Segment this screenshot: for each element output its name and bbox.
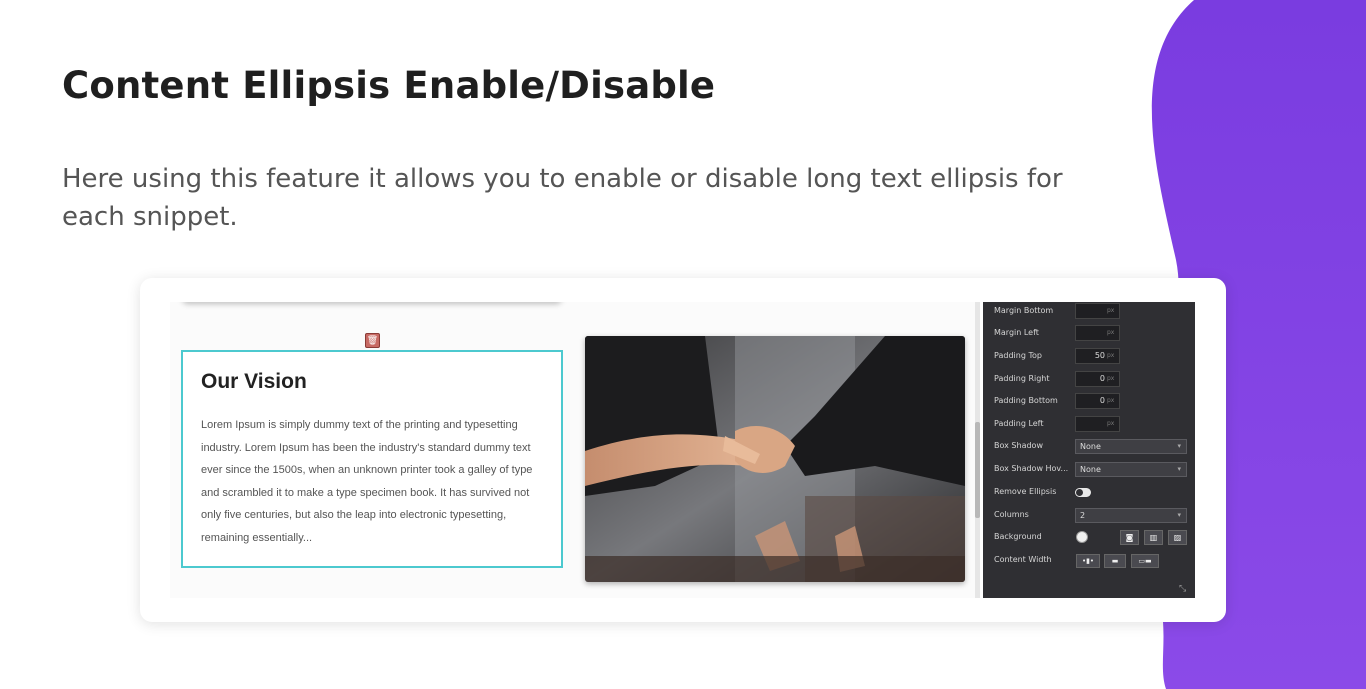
padding-right-label: Padding Right xyxy=(994,374,1050,383)
canvas-scrollbar[interactable] xyxy=(975,302,980,598)
row-margin-bottom: Margin Bottom px xyxy=(983,302,1195,322)
box-shadow-select[interactable]: None ▾ xyxy=(1075,439,1187,454)
page-title: Content Ellipsis Enable/Disable xyxy=(62,64,716,107)
row-box-shadow-hover: Box Shadow Hov... None ▾ xyxy=(983,460,1195,480)
row-padding-top: Padding Top 50 px xyxy=(983,347,1195,367)
padding-top-label: Padding Top xyxy=(994,351,1042,360)
padding-left-label: Padding Left xyxy=(994,419,1044,428)
background-label: Background xyxy=(994,532,1042,541)
box-shadow-hover-select[interactable]: None ▾ xyxy=(1075,462,1187,477)
unit-label: px xyxy=(1107,307,1115,314)
camera-icon[interactable]: ◙ xyxy=(1120,530,1139,545)
columns-label: Columns xyxy=(994,510,1029,519)
row-margin-left: Margin Left px xyxy=(983,324,1195,344)
box-shadow-hover-value: None xyxy=(1080,465,1101,474)
chevron-down-icon: ▾ xyxy=(1177,511,1181,519)
margin-left-label: Margin Left xyxy=(994,328,1039,337)
unit-label: px xyxy=(1107,352,1115,359)
width-boxed-icon[interactable]: ▬ xyxy=(1104,554,1126,568)
unit-label: px xyxy=(1107,420,1115,427)
box-shadow-hover-label: Box Shadow Hov... xyxy=(994,464,1069,473)
block-text[interactable]: Lorem Ipsum is simply dummy text of the … xyxy=(201,414,546,549)
row-box-shadow: Box Shadow None ▾ xyxy=(983,437,1195,457)
box-shadow-label: Box Shadow xyxy=(994,441,1043,450)
box-shadow-value: None xyxy=(1080,442,1101,451)
unit-label: px xyxy=(1107,329,1115,336)
content-width-label: Content Width xyxy=(994,555,1052,564)
margin-bottom-label: Margin Bottom xyxy=(994,306,1054,315)
image-icon[interactable]: ▨ xyxy=(1168,530,1187,545)
row-background: Background ◙ ▥ ▨ xyxy=(983,528,1195,548)
delete-block-icon[interactable]: 🗑 xyxy=(365,333,380,348)
film-icon[interactable]: ▥ xyxy=(1144,530,1163,545)
row-padding-bottom: Padding Bottom 0 px xyxy=(983,392,1195,412)
settings-panel: Margin Bottom px Margin Left px Padding … xyxy=(983,302,1195,598)
unit-label: px xyxy=(1107,375,1115,382)
chevron-down-icon: ▾ xyxy=(1177,465,1181,473)
resize-handle-icon[interactable]: ⤡ xyxy=(1179,584,1189,594)
row-padding-left: Padding Left px xyxy=(983,415,1195,435)
feature-description: Here using this feature it allows you to… xyxy=(62,164,1063,232)
background-color-picker[interactable] xyxy=(1076,531,1088,543)
width-narrow-icon[interactable]: •▮• xyxy=(1076,554,1100,568)
editor-screenshot-card: 🗑 Our Vision Lorem Ipsum is simply dummy… xyxy=(140,278,1226,622)
width-full-icon[interactable]: ▭▬ xyxy=(1131,554,1159,568)
handshake-photo-drawing xyxy=(585,336,965,582)
editor-canvas: 🗑 Our Vision Lorem Ipsum is simply dummy… xyxy=(170,302,978,598)
selected-text-block[interactable]: Our Vision Lorem Ipsum is simply dummy t… xyxy=(181,350,563,568)
row-content-width: Content Width •▮• ▬ ▭▬ xyxy=(983,551,1195,571)
remove-ellipsis-toggle[interactable] xyxy=(1075,488,1091,497)
row-columns: Columns 2 ▾ xyxy=(983,506,1195,526)
row-remove-ellipsis: Remove Ellipsis xyxy=(983,483,1195,503)
remove-ellipsis-label: Remove Ellipsis xyxy=(994,487,1057,496)
padding-bottom-label: Padding Bottom xyxy=(994,396,1058,405)
unit-label: px xyxy=(1107,397,1115,404)
chevron-down-icon: ▾ xyxy=(1177,442,1181,450)
row-padding-right: Padding Right 0 px xyxy=(983,370,1195,390)
handshake-image[interactable] xyxy=(585,336,965,582)
columns-value: 2 xyxy=(1080,511,1086,520)
scrollbar-thumb[interactable] xyxy=(975,422,980,518)
columns-select[interactable]: 2 ▾ xyxy=(1075,508,1187,523)
block-title: Our Vision xyxy=(201,370,307,393)
